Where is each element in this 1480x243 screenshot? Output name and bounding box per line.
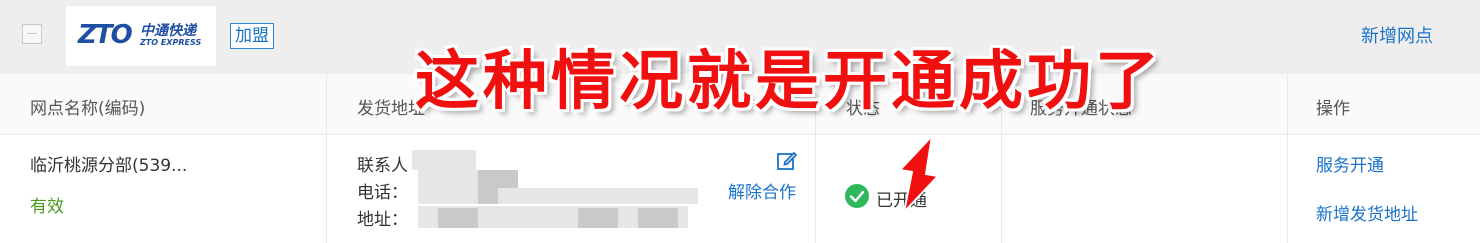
phone-label: 电话： (357, 183, 408, 203)
blur-block (638, 208, 678, 228)
blur-block (418, 170, 478, 188)
service-activate-link[interactable]: 服务开通 (1316, 151, 1384, 176)
blur-block (478, 170, 518, 188)
check-circle-icon (845, 184, 869, 208)
annotation-caption: 这种情况就是开通成功了 (415, 45, 1163, 119)
logo-cn-text: 中通快递 (140, 23, 196, 39)
contact-blurred (412, 150, 476, 170)
header-site-name: 网点名称(编码) (30, 99, 146, 119)
address-label: 地址： (357, 210, 408, 230)
blur-block (478, 188, 498, 204)
column-divider (1287, 74, 1288, 243)
logo-mark: ZTO (78, 20, 133, 50)
cancel-cooperation-link[interactable]: 解除合作 (728, 178, 796, 203)
phone-blurred (418, 188, 698, 204)
column-divider (326, 74, 327, 243)
blur-block (578, 208, 618, 228)
select-all-checkbox[interactable] (22, 24, 42, 44)
carrier-logo: ZTO 中通快递 ZTO EXPRESS (66, 6, 216, 66)
add-site-link[interactable]: 新增网点 (1361, 22, 1433, 48)
edit-icon[interactable] (776, 150, 798, 172)
contact-label: 联系人 (357, 156, 408, 176)
site-status-badge: 有效 (30, 197, 64, 217)
add-ship-address-link[interactable]: 新增发货地址 (1316, 200, 1418, 225)
arrow-icon (897, 134, 941, 214)
header-actions: 操作 (1316, 99, 1350, 119)
logo-en-text: ZTO EXPRESS (140, 38, 202, 47)
join-button[interactable]: 加盟 (230, 23, 274, 49)
site-name: 临沂桃源分部(539... (30, 156, 188, 176)
blur-block (438, 208, 478, 228)
